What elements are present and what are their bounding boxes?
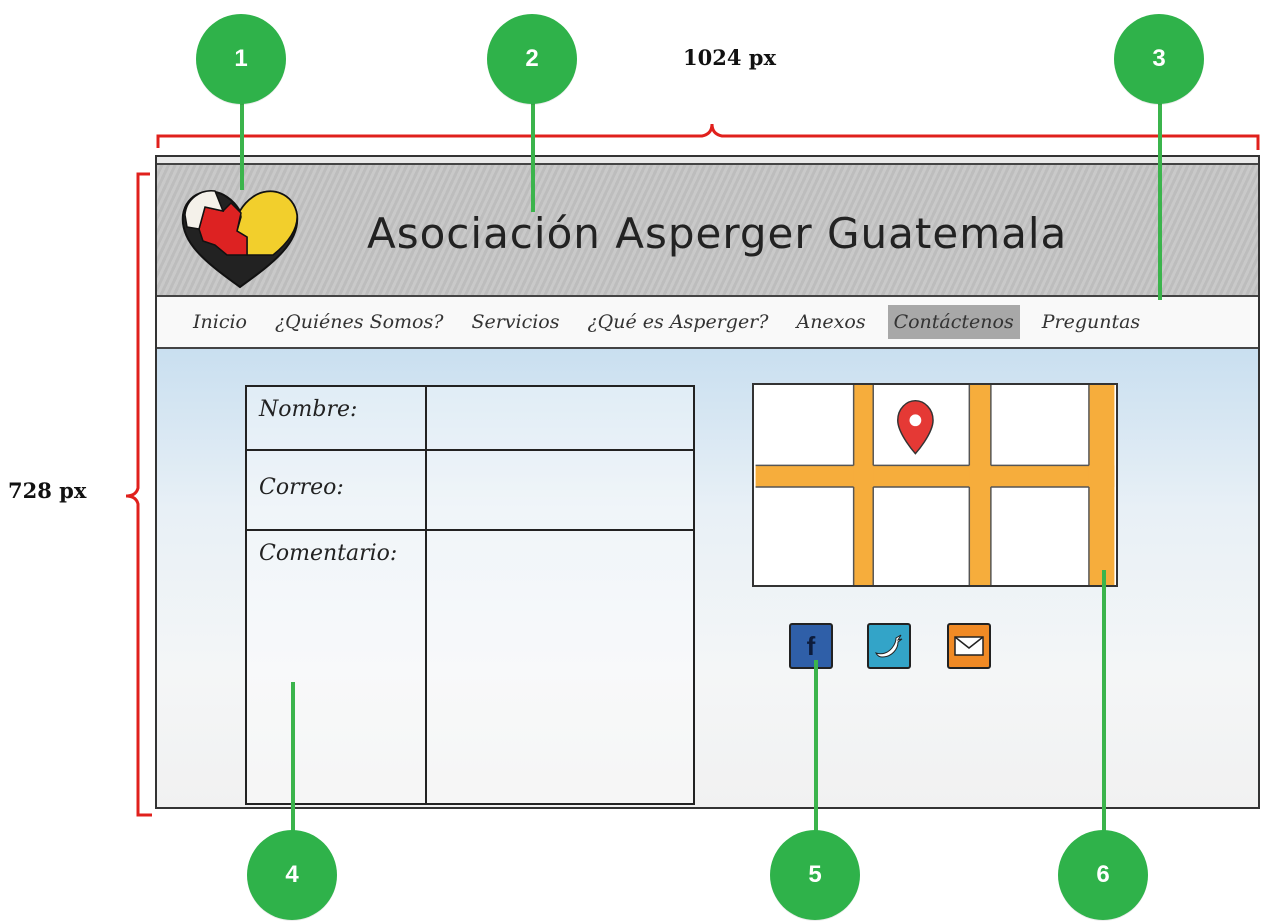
callout-marker-1: 1 <box>196 14 286 104</box>
name-field[interactable] <box>425 387 693 449</box>
comment-row: Comentario: <box>247 531 693 803</box>
comment-field[interactable] <box>425 531 693 803</box>
leader-line-5 <box>814 660 818 844</box>
nav-item-preguntas[interactable]: Preguntas <box>1036 305 1146 339</box>
envelope-icon <box>954 636 984 656</box>
facebook-icon: f <box>806 630 816 661</box>
email-button[interactable] <box>947 623 991 669</box>
nav-item-inicio[interactable]: Inicio <box>187 305 253 339</box>
callout-marker-6: 6 <box>1058 830 1148 920</box>
nav-item-quienes-somos[interactable]: ¿Quiénes Somos? <box>269 305 449 339</box>
nav-item-anexos[interactable]: Anexos <box>790 305 871 339</box>
puzzle-heart-logo[interactable] <box>175 177 305 297</box>
email-row: Correo: <box>247 451 693 531</box>
comment-label: Comentario: <box>259 541 398 566</box>
map-street-horizontal <box>755 465 1115 487</box>
callout-marker-5: 5 <box>770 830 860 920</box>
name-label: Nombre: <box>259 397 358 422</box>
callout-marker-4: 4 <box>247 830 337 920</box>
leader-line-4 <box>291 682 295 844</box>
twitter-button[interactable] <box>867 623 911 669</box>
width-bracket <box>156 123 1260 150</box>
nav-item-que-es-asperger[interactable]: ¿Qué es Asperger? <box>582 305 775 339</box>
map-street-vertical-3 <box>1088 385 1115 585</box>
twitter-bird-icon <box>875 634 903 658</box>
contact-page-content: Nombre: Correo: Comentario: f <box>157 349 1258 807</box>
width-dimension-label: 1024 px <box>683 45 776 70</box>
leader-line-1 <box>240 100 244 190</box>
site-title: Asociación Asperger Guatemala <box>367 209 1068 258</box>
name-row: Nombre: <box>247 387 693 451</box>
callout-marker-2: 2 <box>487 14 577 104</box>
location-map[interactable] <box>752 383 1118 587</box>
contact-form: Nombre: Correo: Comentario: <box>245 385 695 805</box>
leader-line-3 <box>1158 100 1162 300</box>
map-street-vertical-1 <box>853 385 874 585</box>
leader-line-2 <box>531 100 535 212</box>
facebook-button[interactable]: f <box>789 623 833 669</box>
email-label: Correo: <box>259 475 344 500</box>
height-dimension-label: 728 px <box>8 478 87 503</box>
height-bracket <box>125 172 152 817</box>
callout-marker-3: 3 <box>1114 14 1204 104</box>
map-street-vertical-2 <box>969 385 991 585</box>
main-navigation: Inicio ¿Quiénes Somos? Servicios ¿Qué es… <box>157 297 1258 349</box>
email-field[interactable] <box>425 451 693 529</box>
nav-item-contactenos[interactable]: Contáctenos <box>887 305 1020 339</box>
website-wireframe: Asociación Asperger Guatemala Inicio ¿Qu… <box>155 155 1260 809</box>
site-header: Asociación Asperger Guatemala <box>157 165 1258 297</box>
nav-item-servicios[interactable]: Servicios <box>465 305 565 339</box>
leader-line-6 <box>1102 570 1106 842</box>
